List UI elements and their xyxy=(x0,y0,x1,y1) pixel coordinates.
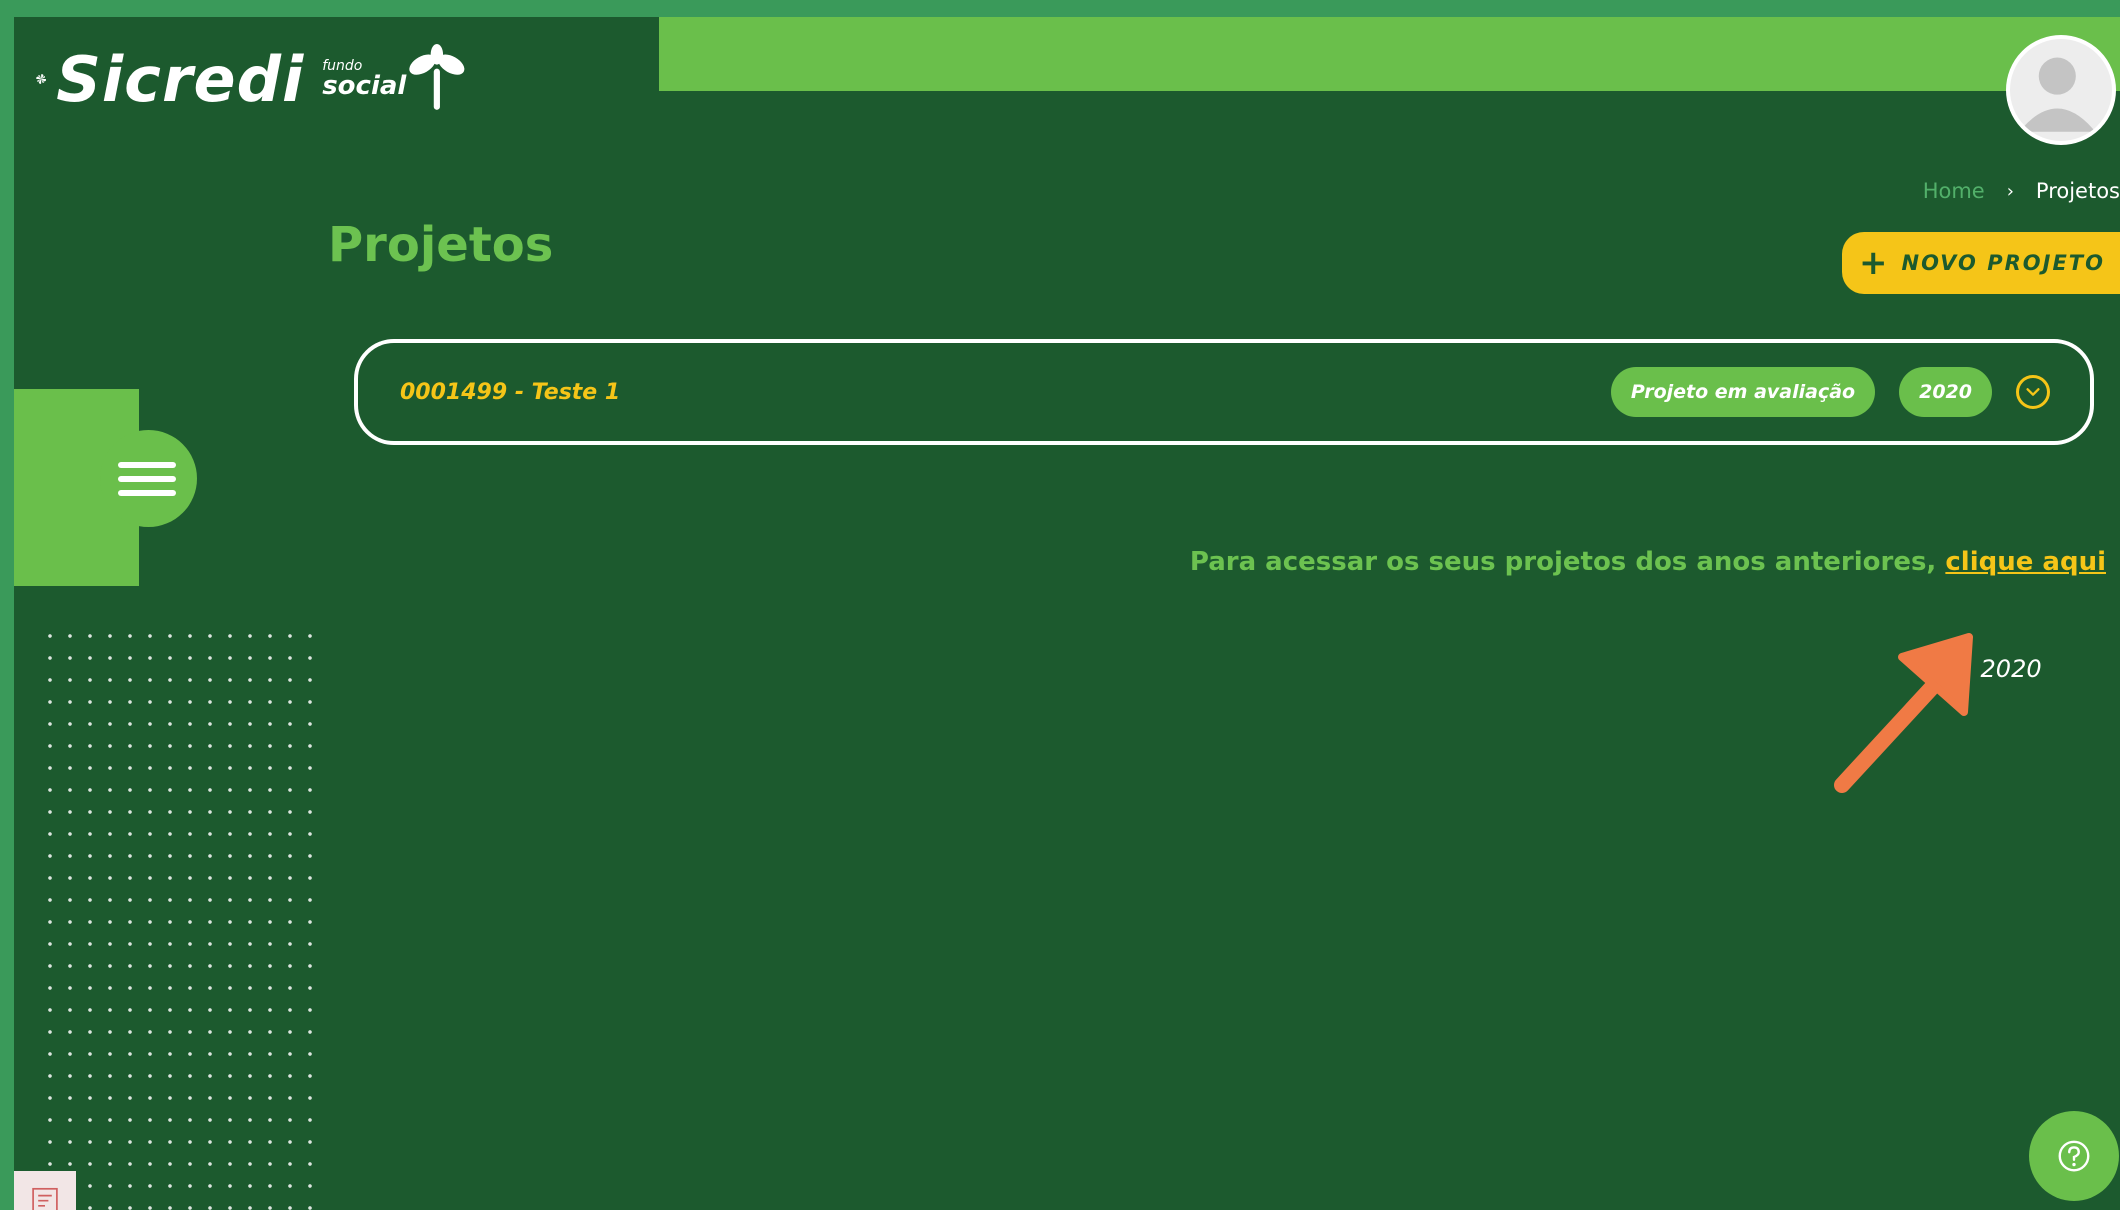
annotation-arrow-icon xyxy=(1834,633,1973,793)
breadcrumb-separator: › xyxy=(2006,180,2014,202)
help-button[interactable] xyxy=(2029,1111,2119,1201)
dot-pattern-decoration xyxy=(40,625,312,1210)
new-project-button[interactable]: + NOVO PROJETO xyxy=(1842,232,2120,294)
breadcrumb-home[interactable]: Home xyxy=(1923,179,1985,203)
chevron-glyph xyxy=(2026,388,2040,396)
fundo-social-label: fundo social xyxy=(322,59,406,99)
brand-name: Sicredi xyxy=(56,42,305,116)
page-title: Projetos xyxy=(328,217,554,273)
user-avatar[interactable] xyxy=(2006,35,2116,145)
avatar-icon xyxy=(2019,57,2096,132)
previous-years-text: Para acessar os seus projetos dos anos a… xyxy=(1189,547,1937,577)
sicredi-logo-icon xyxy=(36,74,46,84)
breadcrumb: Home › Projetos xyxy=(1923,179,2120,203)
status-badge: Projeto em avaliação xyxy=(1610,367,1876,417)
project-row[interactable]: 0001499 - Teste 1 Projeto em avaliação 2… xyxy=(354,339,2094,445)
previous-years-link[interactable]: clique aqui xyxy=(1945,547,2106,577)
previous-years-note: Para acessar os seus projetos dos anos a… xyxy=(1190,547,2106,577)
new-project-label: NOVO PROJETO xyxy=(1901,251,2105,275)
help-icon xyxy=(2058,1140,2090,1172)
breadcrumb-current: Projetos xyxy=(2035,179,2120,203)
plus-icon: + xyxy=(1859,243,1890,283)
hamburger-icon[interactable] xyxy=(100,430,197,527)
logo[interactable]: Sicredi fundo social xyxy=(36,39,468,119)
sprout-icon xyxy=(409,44,465,110)
app-window: Sicredi fundo social Home › Projetos Pro… xyxy=(14,17,2120,1210)
social-label: social xyxy=(322,71,407,101)
chevron-down-icon[interactable] xyxy=(2016,375,2050,409)
year-badge: 2020 xyxy=(1899,367,1992,417)
project-name[interactable]: 0001499 - Teste 1 xyxy=(400,380,620,405)
top-bar xyxy=(659,17,2120,91)
corner-badge-icon xyxy=(14,1171,76,1210)
